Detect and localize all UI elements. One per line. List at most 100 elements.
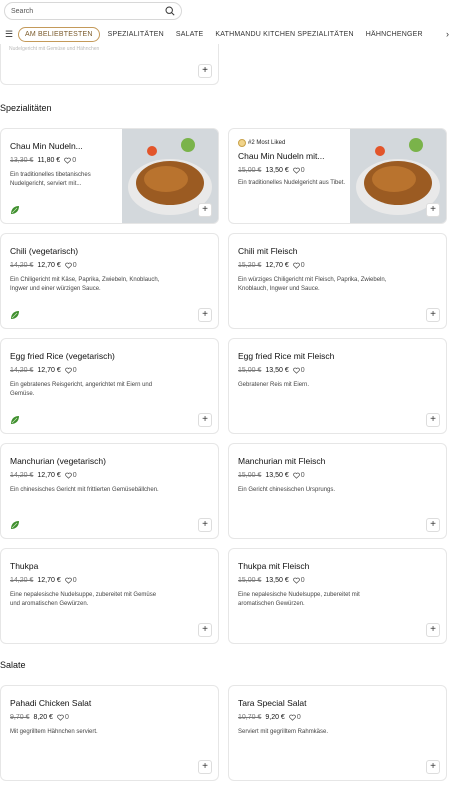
item-description: Ein Chiligericht mit Käse, Paprika, Zwie…: [10, 277, 160, 292]
item-description: Ein traditionelles tibetanisches Nudelge…: [10, 172, 91, 187]
like-value: 0: [296, 714, 301, 721]
section-title: Salate: [0, 660, 26, 670]
add-button[interactable]: +: [198, 64, 212, 78]
old-price: 15,00 €: [238, 367, 262, 374]
add-button[interactable]: +: [426, 623, 440, 637]
old-price: 15,20 €: [238, 262, 262, 269]
chevron-right-icon[interactable]: ›: [446, 29, 449, 39]
like-count[interactable]: 0: [292, 577, 305, 584]
old-price: 14,20 €: [10, 472, 34, 479]
item-description: Nudelgericht mit Gemüse und Hähnchen: [9, 46, 100, 52]
tab-haehnchengerichte[interactable]: HÄHNCHENGER: [360, 31, 429, 38]
like-count[interactable]: 0: [292, 167, 305, 174]
like-count[interactable]: 0: [64, 157, 76, 164]
old-price: 14,20 €: [10, 262, 34, 269]
like-count[interactable]: 0: [289, 714, 301, 721]
old-price: 14,20 €: [10, 367, 34, 374]
menu-item-card[interactable]: Chili mit Fleisch 15,20 €12,70 € 0 Ein würz…: [228, 233, 447, 329]
like-count[interactable]: 0: [292, 472, 305, 479]
item-name: Thukpa mit Fleisch: [238, 561, 310, 571]
current-price: 13,50 €: [265, 472, 289, 479]
like-count[interactable]: 0: [64, 367, 77, 374]
search-bar[interactable]: Search: [4, 2, 182, 20]
item-name: Egg fried Rice mit Fleisch: [238, 351, 335, 361]
add-button[interactable]: +: [426, 308, 440, 322]
heart-icon[interactable]: [289, 714, 296, 721]
like-value: 0: [72, 157, 77, 164]
add-button[interactable]: +: [426, 203, 440, 217]
heart-icon[interactable]: [292, 262, 300, 269]
like-value: 0: [300, 367, 305, 374]
item-description: Ein Gericht chinesischen Ursprungs.: [238, 487, 336, 493]
menu-item-card[interactable]: Manchurian mit Fleisch 15,00 €13,50 € 0 Ein…: [228, 443, 447, 539]
menu-item-card[interactable]: Chili (vegetarisch) 14,20 €12,70 € 0 Ein Ch…: [0, 233, 219, 329]
like-count[interactable]: 0: [64, 472, 77, 479]
like-value: 0: [300, 577, 305, 584]
menu-item-card[interactable]: Egg fried Rice (vegetarisch) 14,20 €12,70…: [0, 338, 219, 434]
item-description: Gebratener Reis mit Eiern.: [238, 382, 310, 388]
current-price: 9,20 €: [265, 714, 285, 721]
price-row: 13,30 €11,80 € 0: [10, 157, 76, 164]
add-button[interactable]: +: [198, 623, 212, 637]
menu-item-card[interactable]: Nudelgericht mit Gemüse und Hähnchen +: [0, 44, 219, 85]
item-name: Manchurian (vegetarisch): [10, 456, 106, 466]
add-button[interactable]: +: [426, 518, 440, 532]
add-button[interactable]: +: [198, 518, 212, 532]
menu-item-card[interactable]: #2 Most Liked Chau Min Nudeln mit... 15,00…: [228, 128, 447, 224]
heart-icon[interactable]: [64, 262, 72, 269]
heart-icon[interactable]: [292, 472, 300, 479]
menu-item-card[interactable]: Thukpa 14,20 €12,70 € 0 Eine nepalesische N…: [0, 548, 219, 644]
heart-icon[interactable]: [64, 577, 72, 584]
price-row: 9,70 €8,20 € 0: [10, 714, 69, 721]
price-row: 14,20 €12,70 € 0: [10, 577, 77, 584]
current-price: 13,50 €: [265, 167, 289, 174]
heart-icon[interactable]: [64, 367, 72, 374]
section-title: Spezialitäten: [0, 103, 52, 113]
heart-icon[interactable]: [57, 714, 64, 721]
item-name: Thukpa: [10, 561, 39, 571]
tab-salate[interactable]: SALATE: [170, 31, 210, 38]
menu-item-card[interactable]: Pahadi Chicken Salat 9,70 €8,20 € 0 Mit geg…: [0, 685, 219, 781]
price-row: 15,00 €13,50 € 0: [238, 167, 305, 174]
heart-icon[interactable]: [64, 472, 72, 479]
item-description: Ein traditionelles Nudelgericht aus Tibe…: [238, 180, 346, 186]
menu-item-card[interactable]: Thukpa mit Fleisch 15,00 €13,50 € 0 Eine ne…: [228, 548, 447, 644]
heart-icon[interactable]: [64, 157, 72, 164]
heart-icon[interactable]: [292, 167, 300, 174]
old-price: 10,70 €: [238, 714, 262, 721]
leaf-icon: [11, 206, 19, 214]
price-row: 15,00 €13,50 € 0: [238, 577, 305, 584]
tab-kathmandu-kitchen[interactable]: KATHMANDU KITCHEN SPEZIALITÄTEN: [209, 31, 359, 38]
menu-item-card[interactable]: Chau Min Nudeln... 13,30 €11,80 € 0 Ein tra…: [0, 128, 219, 224]
like-count[interactable]: 0: [64, 577, 77, 584]
heart-icon[interactable]: [292, 367, 300, 374]
add-button[interactable]: +: [426, 413, 440, 427]
like-count[interactable]: 0: [292, 262, 305, 269]
item-name: Pahadi Chicken Salat: [10, 698, 92, 708]
add-button[interactable]: +: [198, 413, 212, 427]
add-button[interactable]: +: [426, 760, 440, 774]
tab-am-beliebtesten[interactable]: AM BELIEBTESTEN: [18, 26, 100, 42]
like-count[interactable]: 0: [64, 262, 77, 269]
tab-spezialitaeten[interactable]: SPEZIALITÄTEN: [102, 31, 170, 38]
menu-item-card[interactable]: Tara Special Salat 10,70 €9,20 € 0 Serviert…: [228, 685, 447, 781]
leaf-icon: [11, 521, 19, 529]
menu-icon[interactable]: ☰: [0, 29, 18, 40]
menu-item-card[interactable]: Egg fried Rice mit Fleisch 15,00 €13,50 €…: [228, 338, 447, 434]
add-button[interactable]: +: [198, 308, 212, 322]
current-price: 8,20 €: [33, 714, 53, 721]
add-button[interactable]: +: [198, 760, 212, 774]
like-count[interactable]: 0: [292, 367, 305, 374]
old-price: 13,30 €: [10, 157, 34, 164]
price-row: 15,00 €13,50 € 0: [238, 472, 305, 479]
search-icon[interactable]: [165, 6, 175, 16]
price-row: 14,20 €12,70 € 0: [10, 472, 77, 479]
search-input[interactable]: Search: [11, 8, 165, 15]
like-count[interactable]: 0: [57, 714, 69, 721]
current-price: 12,70 €: [265, 262, 289, 269]
like-value: 0: [72, 577, 77, 584]
heart-icon[interactable]: [292, 577, 300, 584]
menu-item-card[interactable]: Manchurian (vegetarisch) 14,20 €12,70 € 0 E…: [0, 443, 219, 539]
old-price: 14,20 €: [10, 577, 34, 584]
add-button[interactable]: +: [198, 203, 212, 217]
